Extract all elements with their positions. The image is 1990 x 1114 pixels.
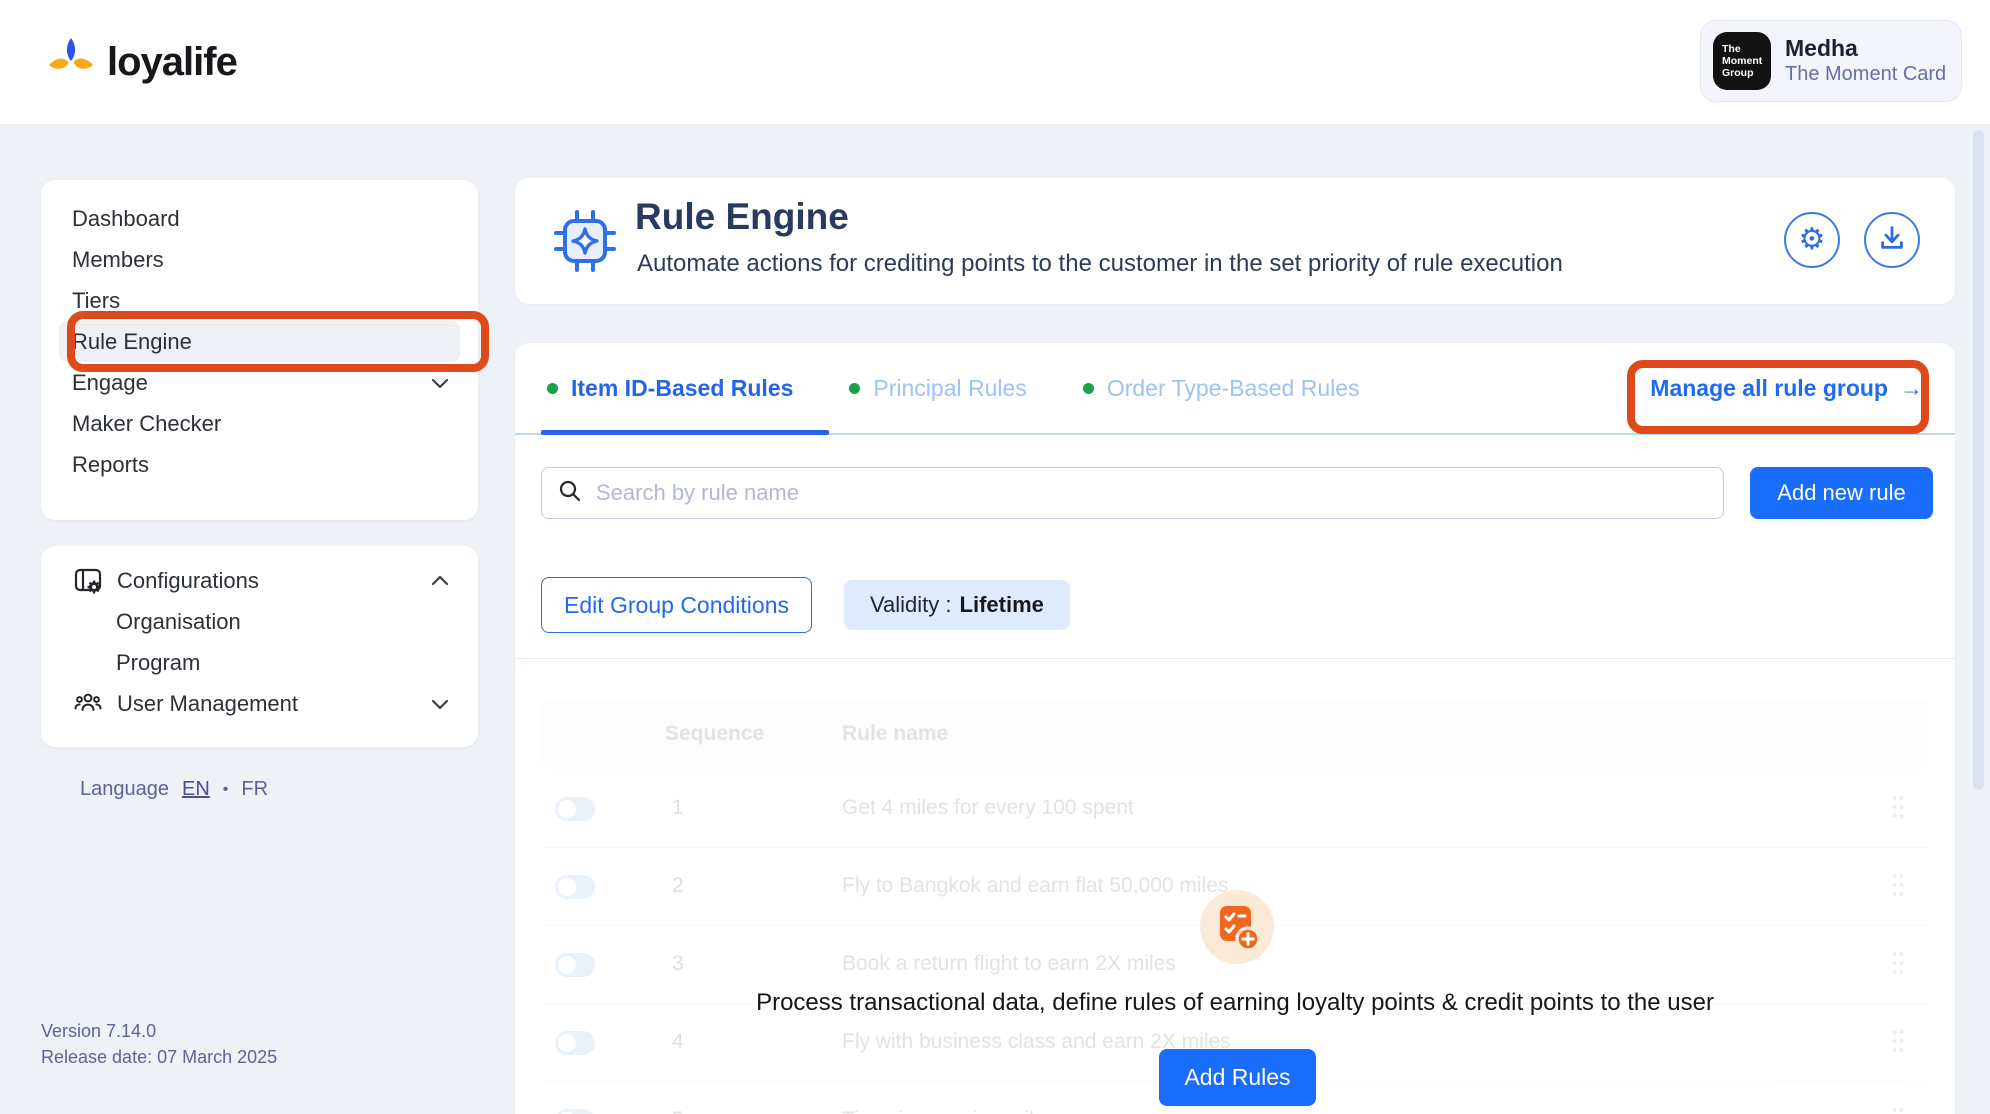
rule-toggle[interactable] — [555, 875, 595, 899]
rule-toggle[interactable] — [555, 797, 595, 821]
scrollbar-thumb[interactable] — [1973, 130, 1984, 790]
settings-button[interactable]: ⚙ — [1784, 212, 1840, 268]
column-header-rule-name: Rule name — [842, 722, 948, 746]
sidebar-item-dashboard[interactable]: Dashboard — [41, 198, 478, 239]
sidebar-item-engage[interactable]: Engage — [41, 362, 478, 403]
sidebar-item-program[interactable]: Program — [41, 642, 478, 683]
org-logo: The Moment Group — [1713, 32, 1771, 90]
arrow-right-icon: → — [1900, 375, 1923, 402]
logo-text: loyalife — [107, 40, 237, 85]
rule-engine-icon — [553, 209, 617, 278]
language-separator: • — [223, 781, 229, 799]
language-fr[interactable]: FR — [241, 778, 268, 801]
gear-icon: ⚙ — [1799, 225, 1826, 255]
sidebar-item-tiers[interactable]: Tiers — [41, 280, 478, 321]
edit-group-conditions-button[interactable]: Edit Group Conditions — [541, 577, 812, 633]
version-text: Version 7.14.0 — [41, 1018, 277, 1044]
section-divider — [515, 658, 1955, 659]
sidebar-item-members[interactable]: Members — [41, 239, 478, 280]
release-date-text: Release date: 07 March 2025 — [41, 1044, 277, 1070]
language-switcher: Language EN • FR — [80, 778, 268, 801]
download-icon — [1877, 223, 1907, 258]
sidebar-item-reports[interactable]: Reports — [41, 444, 478, 485]
drag-handle-icon[interactable] — [1891, 872, 1905, 903]
green-dot-icon — [849, 383, 860, 394]
chevron-up-icon — [430, 568, 450, 594]
tab-item-id-based-rules[interactable]: Item ID-Based Rules — [547, 343, 793, 433]
rule-toggle[interactable] — [555, 953, 595, 977]
app-logo: loyalife — [45, 0, 237, 124]
chevron-down-icon — [430, 370, 450, 396]
sidebar-item-user-management[interactable]: User Management — [41, 683, 478, 724]
rules-card: Item ID-Based Rules Principal Rules Orde… — [515, 343, 1955, 1114]
tab-principal-rules[interactable]: Principal Rules — [849, 343, 1026, 433]
green-dot-icon — [1083, 383, 1094, 394]
sidebar-config-card: Configurations Organisation Program User… — [41, 546, 478, 747]
lotus-icon — [45, 34, 97, 91]
language-en[interactable]: EN — [182, 778, 210, 801]
page-title: Rule Engine — [635, 196, 849, 238]
tab-bar: Item ID-Based Rules Principal Rules Orde… — [515, 343, 1955, 435]
sidebar-item-maker-checker[interactable]: Maker Checker — [41, 403, 478, 444]
user-name: Medha — [1785, 35, 1946, 62]
sidebar-nav-card: Dashboard Members Tiers Rule Engine Enga… — [41, 180, 478, 520]
add-new-rule-button[interactable]: Add new rule — [1750, 467, 1933, 519]
green-dot-icon — [547, 383, 558, 394]
manage-all-rule-group-link[interactable]: Manage all rule group → — [1650, 375, 1923, 402]
search-box[interactable] — [541, 467, 1724, 519]
rule-toggle[interactable] — [555, 1109, 595, 1114]
checklist-add-icon — [1200, 890, 1274, 969]
validity-chip: Validity : Lifetime — [844, 580, 1070, 630]
top-bar: loyalife The Moment Group Medha The Mome… — [0, 0, 1990, 124]
drag-handle-icon[interactable] — [1891, 1028, 1905, 1059]
search-input[interactable] — [596, 480, 1707, 506]
user-program: The Moment Card — [1785, 62, 1946, 87]
user-account-chip[interactable]: The Moment Group Medha The Moment Card — [1700, 20, 1962, 102]
sidebar-item-configurations[interactable]: Configurations — [41, 560, 478, 601]
drag-handle-icon[interactable] — [1891, 950, 1905, 981]
sidebar-item-rule-engine[interactable]: Rule Engine — [59, 321, 460, 362]
sidebar-item-organisation[interactable]: Organisation — [41, 601, 478, 642]
validity-label: Validity : — [870, 592, 952, 618]
table-header: Sequence Rule name — [541, 700, 1929, 770]
column-header-sequence: Sequence — [665, 722, 764, 746]
search-icon — [558, 479, 582, 508]
empty-state-message: Process transactional data, define rules… — [515, 989, 1955, 1017]
language-label: Language — [80, 778, 169, 801]
rule-toggle[interactable] — [555, 1031, 595, 1055]
validity-value: Lifetime — [960, 592, 1044, 618]
configurations-icon — [73, 566, 105, 596]
download-button[interactable] — [1864, 212, 1920, 268]
drag-handle-icon[interactable] — [1891, 1106, 1905, 1114]
tab-order-type-based-rules[interactable]: Order Type-Based Rules — [1083, 343, 1360, 433]
version-info: Version 7.14.0 Release date: 07 March 20… — [41, 1018, 277, 1070]
table-row: 1 Get 4 miles for every 100 spent — [541, 770, 1929, 848]
page-subtitle: Automate actions for crediting points to… — [637, 250, 1563, 278]
drag-handle-icon[interactable] — [1891, 794, 1905, 825]
page-header-card: Rule Engine Automate actions for crediti… — [515, 178, 1955, 304]
add-rules-button[interactable]: Add Rules — [1159, 1049, 1316, 1106]
user-management-icon — [73, 689, 105, 719]
chevron-down-icon — [430, 691, 450, 717]
